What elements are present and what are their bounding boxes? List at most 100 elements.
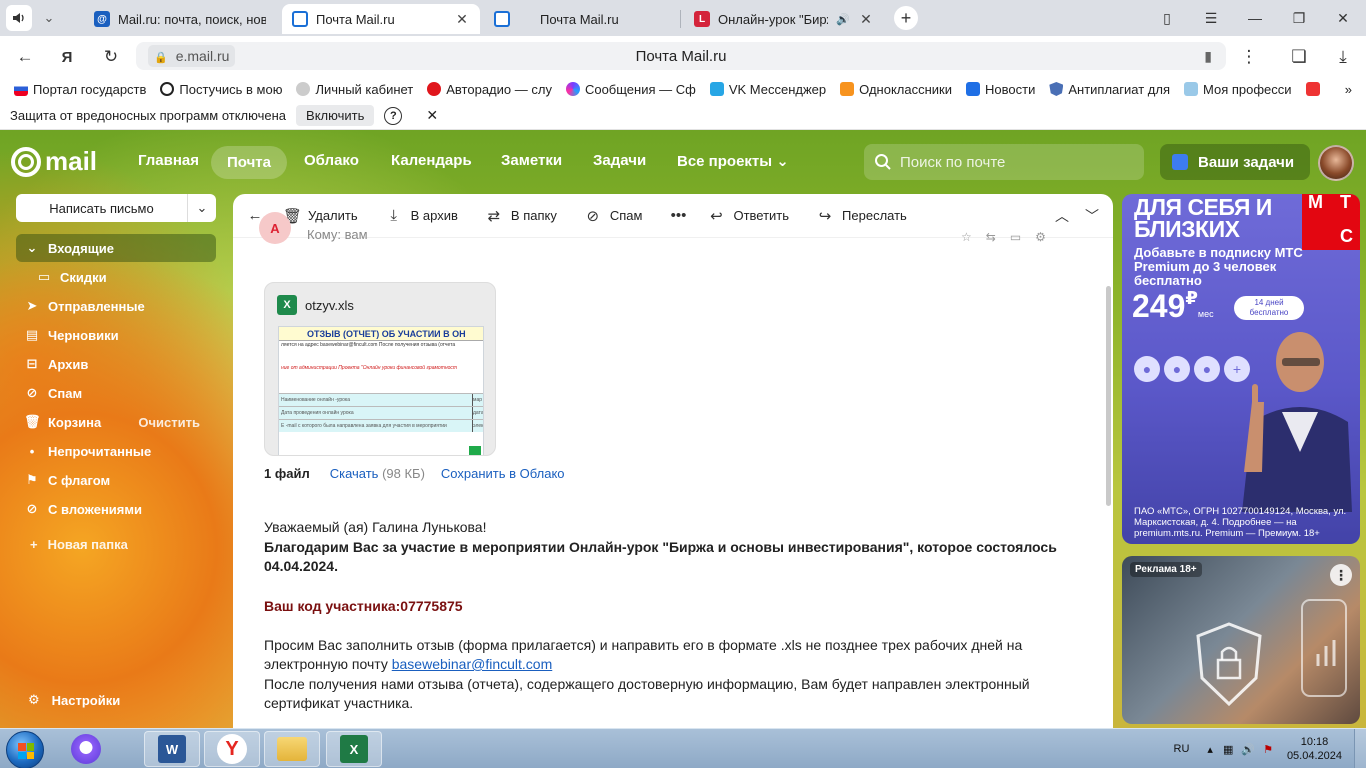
download-link[interactable]: Скачать bbox=[330, 466, 379, 481]
mts-ad-banner[interactable]: М Т С ДЛЯ СЕБЯ И БЛИЗКИХ Добавьте в подп… bbox=[1122, 194, 1360, 544]
network-icon[interactable]: ▦ bbox=[1223, 743, 1233, 756]
bookmark-antiplagiat[interactable]: Антиплагиат для bbox=[1049, 82, 1170, 97]
tab-mail-active[interactable]: Почта Mail.ru ✕ bbox=[282, 4, 480, 34]
nav-calendar[interactable]: Календарь bbox=[391, 152, 472, 169]
bookmark-ok[interactable]: Одноклассники bbox=[840, 82, 952, 97]
more-actions-button[interactable]: ••• bbox=[670, 207, 687, 224]
close-icon[interactable]: ✕ bbox=[454, 11, 470, 28]
more-vertical-icon[interactable]: ⋮ bbox=[1330, 564, 1352, 586]
compose-label[interactable]: Написать письмо bbox=[16, 194, 188, 222]
clock[interactable]: 10:18 05.04.2024 bbox=[1287, 735, 1342, 763]
nav-notes[interactable]: Заметки bbox=[501, 152, 562, 169]
folder-inbox[interactable]: ⌄ Входящие bbox=[16, 234, 216, 262]
save-to-cloud-link[interactable]: Сохранить в Облако bbox=[441, 466, 565, 481]
nav-cloud[interactable]: Облако bbox=[304, 152, 359, 169]
move-to-folder-button[interactable]: ⇄ В папку bbox=[486, 207, 557, 225]
your-tasks-button[interactable]: Ваши задачи bbox=[1160, 144, 1310, 180]
enable-protection-button[interactable]: Включить bbox=[296, 105, 375, 126]
folder-drafts[interactable]: ▤ Черновики bbox=[16, 321, 216, 349]
tab-mail-second[interactable]: Почта Mail.ru bbox=[484, 4, 676, 34]
close-icon[interactable]: ✕ bbox=[426, 107, 438, 124]
spam-button[interactable]: ⊘ Спам bbox=[585, 207, 643, 225]
search-input[interactable] bbox=[900, 153, 1130, 171]
folder-archive[interactable]: ⊟ Архив bbox=[16, 350, 216, 378]
tab-online-lesson[interactable]: L Онлайн-урок "Бирж 🔊 ✕ bbox=[684, 4, 884, 34]
chevron-up-icon[interactable]: ︿ bbox=[1055, 206, 1069, 226]
folder-discounts[interactable]: ▭ Скидки bbox=[16, 263, 216, 291]
nav-tasks[interactable]: Задачи bbox=[593, 152, 646, 169]
bookmark-vk[interactable]: VK Мессенджер bbox=[709, 82, 826, 97]
folder-unread[interactable]: • Непрочитанные bbox=[16, 437, 216, 465]
bookmark-postuchis[interactable]: Постучись в мою bbox=[160, 82, 282, 97]
download-icon[interactable]: ⤓ bbox=[1330, 44, 1356, 70]
folder-flagged[interactable]: ⚑ С флагом bbox=[16, 466, 216, 494]
attachment-card[interactable]: X otzyv.xls ОТЗЫВ (ОТЧЕТ) ОБ УЧАСТИИ В О… bbox=[264, 282, 496, 456]
star-icon[interactable]: ☆ bbox=[961, 230, 972, 244]
bookmark-profession[interactable]: Моя професси bbox=[1184, 82, 1292, 97]
more-menu-icon[interactable]: ⋮ bbox=[1236, 44, 1262, 70]
show-desktop-button[interactable] bbox=[1354, 729, 1366, 768]
bookmark-avtoradio[interactable]: Авторадио — слу bbox=[427, 82, 552, 97]
language-indicator[interactable]: RU bbox=[1174, 743, 1190, 755]
settings-button[interactable]: ⚙ Настройки bbox=[28, 692, 120, 708]
print-icon[interactable]: ▭ bbox=[1010, 230, 1021, 244]
clear-trash-link[interactable]: Очистить bbox=[138, 415, 200, 430]
folder-spam[interactable]: ⊘ Спам bbox=[16, 379, 216, 407]
volume-icon[interactable]: 🔊 bbox=[1241, 743, 1255, 756]
settings-icon[interactable]: ⚙ bbox=[1035, 230, 1046, 244]
start-button[interactable] bbox=[6, 731, 44, 768]
security-ad-banner[interactable]: Реклама 18+ ⋮ bbox=[1122, 556, 1360, 724]
window-close-icon[interactable]: ✕ bbox=[1330, 6, 1356, 30]
reply-button[interactable]: ↩ Ответить bbox=[708, 207, 789, 225]
bookmark-icon[interactable]: ▮ bbox=[1204, 48, 1212, 65]
mail-search[interactable] bbox=[864, 144, 1144, 180]
chevron-right-icon[interactable]: » bbox=[1345, 82, 1352, 97]
forward-button[interactable]: ↪ Переслать bbox=[817, 207, 907, 225]
bookmark-news[interactable]: Новости bbox=[966, 82, 1035, 97]
restore-icon[interactable]: ❐ bbox=[1286, 6, 1312, 30]
speaker-icon[interactable] bbox=[6, 5, 32, 31]
taskbar-word[interactable]: W bbox=[144, 731, 200, 767]
sender-avatar[interactable]: А bbox=[259, 212, 291, 244]
mail-logo[interactable]: mail bbox=[11, 146, 97, 177]
user-avatar[interactable] bbox=[1318, 145, 1354, 181]
folder-attachments[interactable]: ⊘ С вложениями bbox=[16, 495, 216, 523]
tray-expand-icon[interactable]: ▴ bbox=[1207, 743, 1213, 756]
bookmarks-panel-icon[interactable]: ▯ bbox=[1154, 6, 1180, 30]
bookmark-messages[interactable]: Сообщения — Сф bbox=[565, 82, 696, 97]
bookmark-gosuslugi[interactable]: Портал государств bbox=[14, 82, 146, 97]
close-icon[interactable]: ✕ bbox=[858, 11, 874, 28]
archive-button[interactable]: ⤓ В архив bbox=[386, 207, 458, 224]
delete-button[interactable]: 🗑 Удалить bbox=[283, 207, 358, 225]
new-folder-button[interactable]: + Новая папка bbox=[30, 537, 128, 552]
nav-mail[interactable]: Почта bbox=[211, 146, 287, 179]
bookmark-cabinet[interactable]: Личный кабинет bbox=[296, 82, 413, 97]
translate-icon[interactable]: ⇆ bbox=[986, 230, 996, 244]
taskbar-yandex-browser[interactable]: Y bbox=[204, 731, 260, 767]
scrollbar[interactable] bbox=[1106, 286, 1111, 506]
tab-mail-ru-home[interactable]: @ Mail.ru: почта, поиск, нов bbox=[84, 4, 276, 34]
yandex-icon[interactable]: Я bbox=[54, 44, 80, 70]
taskbar-excel[interactable]: X bbox=[326, 731, 382, 767]
chevron-down-icon[interactable]: ﹀ bbox=[1085, 206, 1099, 226]
chevron-down-icon[interactable]: ⌄ bbox=[36, 5, 62, 31]
minimize-icon[interactable]: — bbox=[1242, 6, 1268, 30]
nav-home[interactable]: Главная bbox=[138, 152, 199, 169]
email-link[interactable]: basewebinar@fincult.com bbox=[392, 656, 553, 672]
taskbar-alice[interactable] bbox=[58, 731, 114, 767]
folder-trash[interactable]: 🗑 Корзина Очистить bbox=[16, 408, 216, 436]
taskbar-explorer[interactable] bbox=[264, 731, 320, 767]
new-tab-button[interactable]: + bbox=[894, 6, 918, 30]
compose-button[interactable]: Написать письмо ⌄ bbox=[16, 194, 216, 222]
extensions-icon[interactable]: ❏ bbox=[1286, 44, 1312, 70]
action-center-icon[interactable]: ⚑ bbox=[1263, 743, 1273, 756]
reload-icon[interactable]: ↻ bbox=[98, 44, 124, 70]
nav-all-projects[interactable]: Все проекты ⌄ bbox=[677, 152, 789, 170]
back-icon[interactable]: ← bbox=[12, 44, 38, 70]
attachment-preview[interactable]: ОТЗЫВ (ОТЧЕТ) ОБ УЧАСТИИ В ОН ляется на … bbox=[278, 326, 484, 455]
menu-icon[interactable]: ☰ bbox=[1198, 6, 1224, 30]
url-field[interactable]: 🔒 e.mail.ru Почта Mail.ru ▮ bbox=[136, 42, 1226, 70]
bookmark-extra[interactable] bbox=[1305, 82, 1320, 96]
folder-sent[interactable]: ➤ Отправленные bbox=[16, 292, 216, 320]
help-icon[interactable]: ? bbox=[384, 106, 403, 125]
